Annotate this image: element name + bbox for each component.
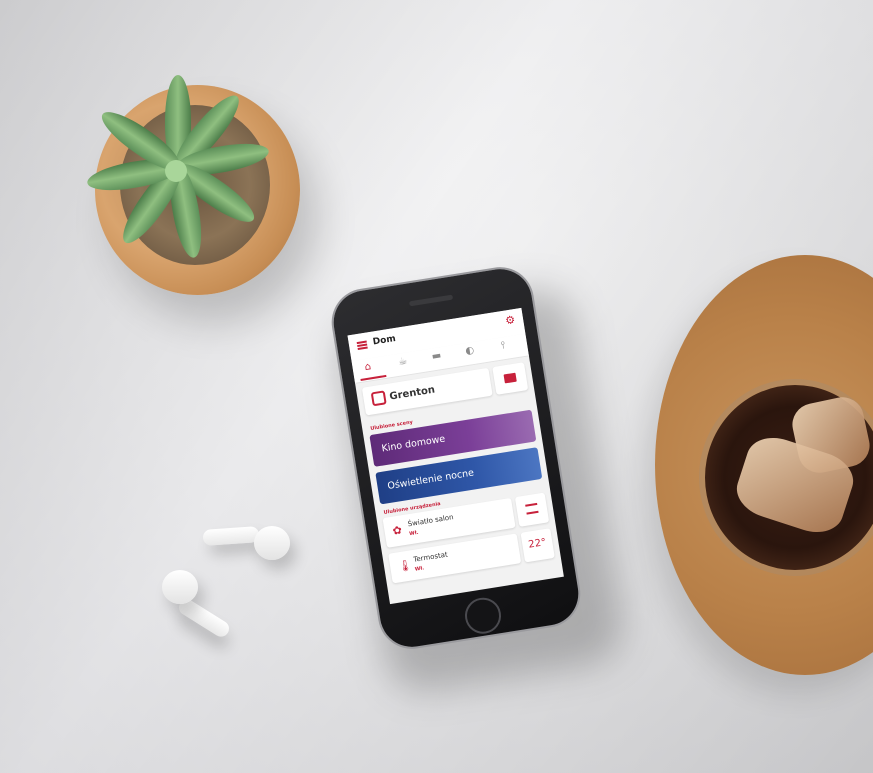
thermostat-value-box[interactable]: 22° [520, 528, 555, 563]
brand-name: Grenton [388, 384, 436, 403]
scene-label: Kino domowe [380, 433, 446, 455]
tab-home-icon[interactable]: ⌂ [364, 361, 372, 373]
tab-thermometer-icon[interactable]: ⫯ [500, 340, 506, 352]
earbud-head [162, 570, 198, 604]
device-state: Wł. [414, 565, 425, 573]
mail-button[interactable] [492, 362, 529, 395]
scene-label: Oświetlenie nocne [386, 467, 475, 492]
app-screen: Dom ⚙ ⌂ ☕ ▬ ◐ ⫯ Grenton Ulubione sceny K… [347, 307, 564, 605]
home-button[interactable] [462, 595, 504, 637]
device-name: Światło salon [407, 513, 455, 529]
gear-icon[interactable]: ⚙ [504, 313, 516, 327]
thermometer-icon: 🌡 [397, 558, 414, 574]
device-settings-button[interactable] [514, 492, 550, 527]
grenton-logo-icon [370, 390, 387, 407]
tab-devices-icon[interactable]: ◐ [465, 345, 475, 357]
phone-speaker [408, 294, 454, 307]
device-state: Wł. [408, 529, 419, 538]
sliders-icon [525, 502, 539, 515]
earbud-head [254, 526, 290, 560]
photo-scene: Dom ⚙ ⌂ ☕ ▬ ◐ ⫯ Grenton Ulubione sceny K… [0, 0, 873, 773]
device-name: Termostat [412, 550, 449, 564]
tab-scenes-icon[interactable]: ☕ [397, 356, 408, 368]
mail-icon [503, 372, 517, 384]
page-title: Dom [372, 334, 397, 348]
active-tab-indicator [360, 374, 387, 381]
hamburger-menu-icon[interactable] [356, 340, 368, 351]
light-icon: ✿ [391, 523, 403, 538]
tab-bed-icon[interactable]: ▬ [431, 350, 442, 362]
temperature-value: 22° [527, 537, 547, 551]
succulent-core [165, 160, 187, 182]
